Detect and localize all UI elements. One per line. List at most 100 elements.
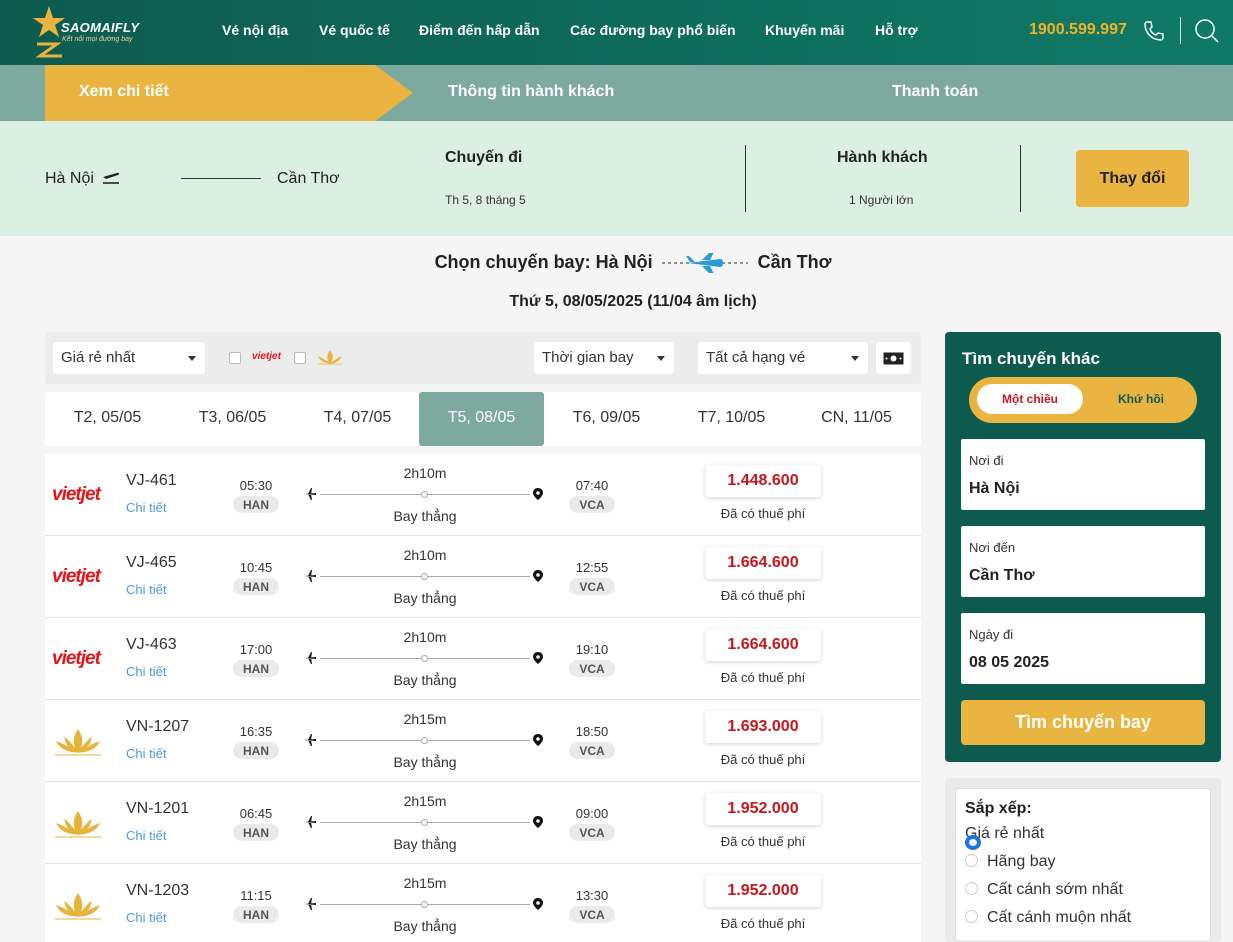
flight-detail-link[interactable]: Chi tiết	[126, 582, 166, 597]
date-tab[interactable]: CN, 11/05	[794, 409, 919, 427]
date-tab[interactable]: T2, 05/05	[45, 409, 170, 427]
origin-field[interactable]: Nơi đi Hà Nội	[961, 439, 1205, 510]
brand-name: SAOMAIFLY	[61, 20, 140, 35]
search-flights-button[interactable]: Tìm chuyến bay	[961, 700, 1205, 745]
departure-time: 11:15	[240, 888, 272, 903]
site-logo[interactable]: SAOMAIFLY Kết nối mọi đường bay	[32, 4, 162, 60]
search-icon[interactable]	[1194, 18, 1220, 44]
flight-detail-link[interactable]: Chi tiết	[126, 910, 166, 925]
flight-row[interactable]: vietjet VJ-461 Chi tiết 05:30 HAN 2h10m …	[45, 454, 921, 536]
track-dot	[421, 491, 428, 498]
arrival-airport: VCA	[569, 496, 615, 513]
date-tab-active[interactable]: T5, 08/05	[419, 409, 544, 427]
flight-row[interactable]: VN-1203 Chi tiết 11:15 HAN 2h15m Bay thẳ…	[45, 864, 921, 942]
radio[interactable]	[965, 882, 978, 895]
flight-code: VJ-461	[126, 472, 177, 489]
vietjet-logo: vietjet	[52, 484, 101, 505]
vietjet-checkbox[interactable]	[229, 352, 241, 364]
arrival-airport: VCA	[569, 742, 615, 759]
one-way-option[interactable]: Một chiều	[977, 384, 1083, 414]
flight-detail-link[interactable]: Chi tiết	[126, 828, 166, 843]
sort-latest-option[interactable]: Cất cánh muộn nhất	[965, 909, 1131, 927]
sort-airline-option[interactable]: Hãng bay	[965, 853, 1056, 871]
flight-code: VN-1203	[126, 882, 190, 899]
flight-row[interactable]: vietjet VJ-463 Chi tiết 17:00 HAN 2h10m …	[45, 618, 921, 700]
flight-price[interactable]: 1.952.000	[705, 793, 821, 825]
filter-bar: Giá rẻ nhất vietjet Thời gian bay Tất cả…	[45, 332, 921, 384]
arrival-time: 12:55	[575, 560, 609, 575]
flight-code: VN-1201	[126, 800, 190, 817]
date-tab[interactable]: T3, 06/05	[170, 409, 295, 427]
destination-field[interactable]: Nơi đến Cần Thơ	[961, 526, 1205, 597]
nav-popular-routes[interactable]: Các đường bay phổ biến	[570, 22, 736, 38]
radio[interactable]	[965, 910, 978, 923]
sort-cheapest-option[interactable]: Giá rẻ nhất	[965, 825, 1044, 850]
route-line	[181, 178, 261, 179]
tax-note: Đã có thuế phí	[720, 916, 806, 931]
sort-earliest-option[interactable]: Cất cánh sớm nhất	[965, 881, 1123, 899]
currency-toggle[interactable]	[876, 342, 911, 374]
flight-row[interactable]: VN-1201 Chi tiết 06:45 HAN 2h15m Bay thẳ…	[45, 782, 921, 864]
round-trip-option[interactable]: Khứ hồi	[1093, 392, 1189, 406]
plane-icon	[304, 734, 316, 746]
flight-price[interactable]: 1.664.600	[705, 629, 821, 661]
ticket-class-select[interactable]: Tất cả hạng vé	[698, 342, 868, 374]
departure-date-field[interactable]: Ngày đi 08 05 2025	[961, 613, 1205, 684]
tax-note: Đã có thuế phí	[720, 670, 806, 685]
departure-time: 10:45	[239, 560, 273, 575]
flight-price[interactable]: 1.664.600	[705, 547, 821, 579]
step-view-details: Xem chi tiết	[79, 83, 169, 100]
trip-label: Chuyến đi	[445, 149, 523, 166]
radio-selected[interactable]	[965, 835, 981, 850]
flight-time-select[interactable]: Thời gian bay	[534, 342, 674, 374]
flight-price[interactable]: 1.693.000	[705, 711, 821, 743]
flight-detail-link[interactable]: Chi tiết	[126, 746, 166, 761]
flight-row[interactable]: VN-1207 Chi tiết 16:35 HAN 2h15m Bay thẳ…	[45, 700, 921, 782]
departure-airport: HAN	[233, 742, 279, 759]
brand-slogan: Kết nối mọi đường bay	[62, 36, 133, 43]
hotline-number[interactable]: 1900.599.997	[1029, 21, 1127, 39]
flight-price[interactable]: 1.952.000	[705, 875, 821, 907]
location-pin-icon	[533, 570, 543, 582]
flight-detail-link[interactable]: Chi tiết	[126, 664, 166, 679]
passenger-count: 1 Người lớn	[849, 193, 914, 207]
chevron-down-icon	[188, 356, 196, 361]
departure-airport: HAN	[233, 496, 279, 513]
flight-type: Bay thẳng	[393, 672, 457, 688]
flight-duration: 2h10m	[403, 547, 447, 563]
nav-international[interactable]: Vé quốc tế	[319, 22, 390, 38]
nav-support[interactable]: Hỗ trợ	[875, 22, 918, 38]
flight-detail-link[interactable]: Chi tiết	[126, 500, 166, 515]
flight-type: Bay thẳng	[393, 590, 457, 606]
sort-option-label: Cất cánh sớm nhất	[987, 881, 1123, 898]
arrival-time: 19:10	[575, 642, 609, 657]
departure-time: 06:45	[239, 806, 273, 821]
destination-label: Nơi đến	[969, 540, 1016, 555]
booking-steps: Xem chi tiết Thông tin hành khách Thanh …	[0, 65, 1233, 121]
date-tab[interactable]: T6, 09/05	[544, 409, 669, 427]
plane-icon	[304, 898, 316, 910]
flight-duration: 2h15m	[403, 875, 447, 891]
date-tab[interactable]: T7, 10/05	[669, 409, 794, 427]
arrival-time: 07:40	[575, 478, 609, 493]
summary-from: Hà Nội	[45, 170, 94, 187]
change-search-button[interactable]: Thay đổi	[1076, 150, 1189, 207]
flight-row[interactable]: vietjet VJ-465 Chi tiết 10:45 HAN 2h10m …	[45, 536, 921, 618]
vietnam-airlines-checkbox[interactable]	[294, 352, 306, 364]
top-header: SAOMAIFLY Kết nối mọi đường bay Vé nội đ…	[0, 0, 1233, 65]
route-heading-from: Chọn chuyến bay: Hà Nội	[434, 252, 653, 272]
lotus-logo-icon	[318, 350, 342, 365]
date-tab[interactable]: T4, 07/05	[295, 409, 420, 427]
nav-destinations[interactable]: Điểm đến hấp dẫn	[419, 22, 540, 38]
phone-icon[interactable]	[1142, 18, 1166, 44]
flight-type: Bay thẳng	[393, 754, 457, 770]
step-passenger-info: Thông tin hành khách	[448, 83, 615, 100]
origin-value: Hà Nội	[969, 480, 1020, 497]
vietjet-logo: vietjet	[52, 566, 101, 587]
nav-promotions[interactable]: Khuyến mãi	[765, 22, 844, 38]
radio[interactable]	[965, 854, 978, 867]
sort-select[interactable]: Giá rẻ nhất	[53, 342, 205, 374]
nav-domestic[interactable]: Vé nội địa	[222, 22, 288, 38]
flight-price[interactable]: 1.448.600	[705, 465, 821, 497]
tax-note: Đã có thuế phí	[720, 834, 806, 849]
